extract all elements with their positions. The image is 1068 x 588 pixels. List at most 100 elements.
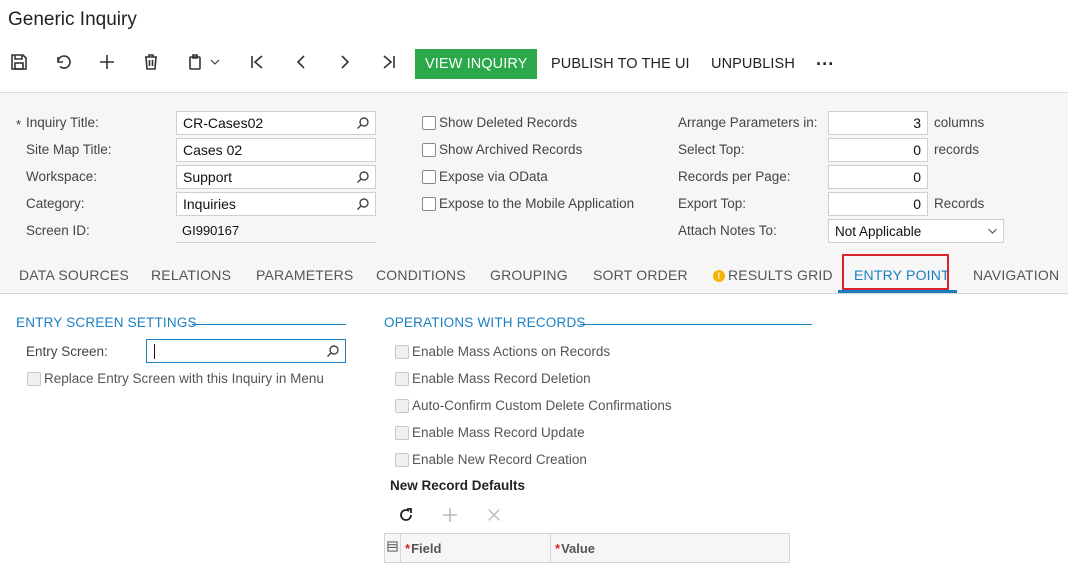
mass-deletion-checkbox[interactable]: Enable Mass Record Deletion (395, 371, 591, 386)
next-record-icon[interactable] (331, 48, 359, 76)
search-icon[interactable] (356, 170, 370, 184)
select-top-unit: records (934, 142, 980, 157)
chevron-down-icon[interactable] (987, 226, 998, 237)
mass-deletion-label: Enable Mass Record Deletion (412, 371, 591, 386)
arrange-parameters-label: Arrange Parameters in: (678, 115, 818, 130)
title-bar: Generic Inquiry (0, 0, 1068, 40)
tab-results-grid-label: RESULTS GRID (728, 267, 833, 283)
screen-id-value: GI990167 (182, 223, 240, 238)
checkbox-box[interactable] (422, 196, 436, 211)
search-icon[interactable] (356, 116, 370, 130)
inquiry-title-value: CR-Cases02 (183, 115, 264, 131)
entry-screen-label: Entry Screen: (26, 344, 108, 359)
grid-header-value[interactable]: *Value (551, 534, 789, 562)
entry-screen-input[interactable] (146, 339, 346, 363)
checkbox-box[interactable] (422, 169, 436, 184)
checkbox-box[interactable] (422, 142, 436, 157)
records-per-page-field[interactable]: 0 (828, 165, 928, 189)
screen-id-field: GI990167 (176, 219, 376, 243)
checkbox-box[interactable] (422, 115, 436, 130)
checkbox-box[interactable] (395, 452, 409, 467)
required-mark: * (555, 541, 561, 556)
show-archived-checkbox[interactable]: Show Archived Records (422, 142, 582, 157)
inquiry-title-field[interactable]: CR-Cases02 (176, 111, 376, 135)
delete-icon[interactable] (137, 48, 165, 76)
required-mark: * (405, 541, 411, 556)
tab-relations[interactable]: RELATIONS (151, 267, 231, 283)
text-cursor (154, 344, 155, 359)
summary-form: * Inquiry Title: CR-Cases02 Site Map Tit… (0, 92, 1068, 258)
entry-screen-settings-title: ENTRY SCREEN SETTINGS (16, 315, 197, 330)
auto-confirm-checkbox[interactable]: Auto-Confirm Custom Delete Confirmations (395, 398, 672, 413)
category-field[interactable]: Inquiries (176, 192, 376, 216)
tab-grouping[interactable]: GROUPING (490, 267, 568, 283)
tab-conditions[interactable]: CONDITIONS (376, 267, 466, 283)
screen-id-label: Screen ID: (26, 223, 90, 238)
attach-notes-select[interactable]: Not Applicable (828, 219, 1004, 243)
tab-navigation[interactable]: NAVIGATION (973, 267, 1059, 283)
category-value: Inquiries (183, 196, 236, 212)
expose-odata-label: Expose via OData (439, 169, 548, 184)
export-top-label: Export Top: (678, 196, 747, 211)
replace-entry-screen-checkbox[interactable]: Replace Entry Screen with this Inquiry i… (27, 371, 324, 386)
attach-notes-value: Not Applicable (835, 224, 922, 239)
workspace-label: Workspace: (26, 169, 98, 184)
checkbox-box[interactable] (395, 371, 409, 386)
add-row-icon[interactable] (441, 506, 459, 524)
active-tab-indicator (838, 290, 957, 293)
previous-record-icon[interactable] (287, 48, 315, 76)
section-divider (192, 324, 346, 325)
add-icon[interactable] (93, 48, 121, 76)
grid-header-field[interactable]: *Field (401, 534, 551, 562)
attach-notes-label: Attach Notes To: (678, 223, 777, 238)
tab-parameters[interactable]: PARAMETERS (256, 267, 353, 283)
refresh-icon[interactable] (397, 506, 415, 524)
publish-button[interactable]: PUBLISH TO THE UI (551, 49, 690, 79)
arrange-parameters-field[interactable]: 3 (828, 111, 928, 135)
checkbox-box[interactable] (395, 344, 409, 359)
workspace-value: Support (183, 169, 233, 185)
chevron-down-icon[interactable] (205, 48, 225, 76)
auto-confirm-label: Auto-Confirm Custom Delete Confirmations (412, 398, 672, 413)
records-per-page-value: 0 (913, 169, 921, 185)
expose-mobile-checkbox[interactable]: Expose to the Mobile Application (422, 196, 634, 211)
checkbox-box[interactable] (395, 398, 409, 413)
undo-icon[interactable] (49, 48, 77, 76)
checkbox-box[interactable] (395, 425, 409, 440)
new-record-checkbox[interactable]: Enable New Record Creation (395, 452, 587, 467)
grid-header-value-label: Value (561, 541, 596, 556)
first-record-icon[interactable] (243, 48, 271, 76)
export-top-unit: Records (934, 196, 985, 211)
tab-data-sources[interactable]: DATA SOURCES (19, 267, 129, 283)
view-inquiry-button[interactable]: VIEW INQUIRY (415, 49, 538, 79)
unpublish-button[interactable]: UNPUBLISH (711, 49, 795, 79)
grid-settings-cell[interactable] (385, 534, 401, 562)
grid-settings-icon[interactable] (387, 541, 398, 552)
more-actions-button[interactable]: ··· (816, 49, 834, 79)
workspace-field[interactable]: Support (176, 165, 376, 189)
mass-update-checkbox[interactable]: Enable Mass Record Update (395, 425, 585, 440)
site-map-title-label: Site Map Title: (26, 142, 112, 157)
show-deleted-checkbox[interactable]: Show Deleted Records (422, 115, 577, 130)
mass-actions-checkbox[interactable]: Enable Mass Actions on Records (395, 344, 610, 359)
tab-results-grid[interactable]: ! RESULTS GRID (713, 267, 833, 283)
tab-bar: DATA SOURCES RELATIONS PARAMETERS CONDIT… (0, 254, 1068, 294)
search-icon[interactable] (356, 197, 370, 211)
last-record-icon[interactable] (375, 48, 403, 76)
save-icon[interactable] (5, 48, 33, 76)
select-top-field[interactable]: 0 (828, 138, 928, 162)
site-map-title-field[interactable]: Cases 02 (176, 138, 376, 162)
delete-row-icon[interactable] (486, 507, 502, 523)
show-deleted-label: Show Deleted Records (439, 115, 578, 130)
category-label: Category: (26, 196, 85, 211)
site-map-title-value: Cases 02 (183, 142, 243, 158)
expose-odata-checkbox[interactable]: Expose via OData (422, 169, 548, 184)
select-top-label: Select Top: (678, 142, 745, 157)
export-top-field[interactable]: 0 (828, 192, 928, 216)
checkbox-box[interactable] (27, 371, 41, 386)
arrange-parameters-unit: columns (934, 115, 985, 130)
tab-sort-order[interactable]: SORT ORDER (593, 267, 688, 283)
highlight-box (842, 254, 949, 290)
search-icon[interactable] (326, 344, 340, 358)
replace-entry-screen-label: Replace Entry Screen with this Inquiry i… (44, 371, 324, 386)
